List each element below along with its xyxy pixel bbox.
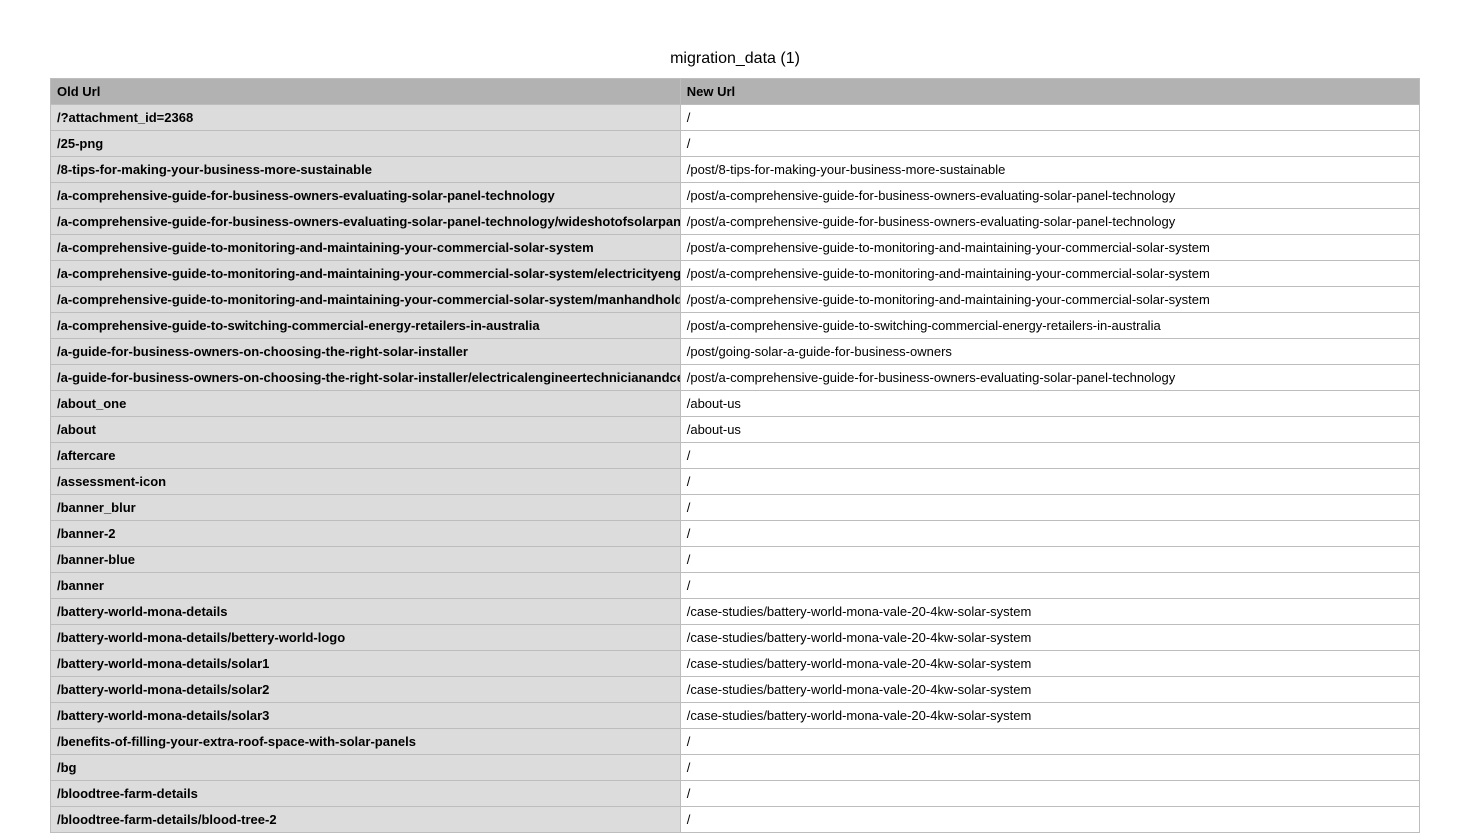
cell-new-url: / bbox=[680, 443, 1419, 469]
cell-new-url: /post/going-solar-a-guide-for-business-o… bbox=[680, 339, 1419, 365]
cell-old-url: /a-comprehensive-guide-for-business-owne… bbox=[51, 209, 681, 235]
table-row: /battery-world-mona-details/bettery-worl… bbox=[51, 625, 1420, 651]
table-row: /battery-world-mona-details/solar1/case-… bbox=[51, 651, 1420, 677]
header-old-url: Old Url bbox=[51, 79, 681, 105]
table-row: /a-comprehensive-guide-to-monitoring-and… bbox=[51, 287, 1420, 313]
table-row: /banner-2/ bbox=[51, 521, 1420, 547]
cell-old-url: /banner-blue bbox=[51, 547, 681, 573]
table-row: /battery-world-mona-details/case-studies… bbox=[51, 599, 1420, 625]
cell-new-url: /about-us bbox=[680, 391, 1419, 417]
cell-new-url: /post/a-comprehensive-guide-to-monitorin… bbox=[680, 287, 1419, 313]
cell-old-url: /about bbox=[51, 417, 681, 443]
cell-old-url: /battery-world-mona-details/solar2 bbox=[51, 677, 681, 703]
table-row: /banner_blur/ bbox=[51, 495, 1420, 521]
cell-new-url: / bbox=[680, 521, 1419, 547]
cell-old-url: /banner-2 bbox=[51, 521, 681, 547]
cell-old-url: /banner_blur bbox=[51, 495, 681, 521]
cell-old-url: /25-png bbox=[51, 131, 681, 157]
cell-new-url: /post/a-comprehensive-guide-to-monitorin… bbox=[680, 235, 1419, 261]
table-row: /a-guide-for-business-owners-on-choosing… bbox=[51, 365, 1420, 391]
cell-new-url: / bbox=[680, 807, 1419, 833]
cell-old-url: /bg bbox=[51, 755, 681, 781]
cell-new-url: / bbox=[680, 781, 1419, 807]
table-row: /banner/ bbox=[51, 573, 1420, 599]
cell-new-url: /post/a-comprehensive-guide-for-business… bbox=[680, 183, 1419, 209]
cell-old-url: /battery-world-mona-details/bettery-worl… bbox=[51, 625, 681, 651]
cell-old-url: /a-comprehensive-guide-to-monitoring-and… bbox=[51, 235, 681, 261]
table-row: /bloodtree-farm-details/ bbox=[51, 781, 1420, 807]
table-row: /about_one/about-us bbox=[51, 391, 1420, 417]
table-row: /25-png/ bbox=[51, 131, 1420, 157]
cell-old-url: /benefits-of-filling-your-extra-roof-spa… bbox=[51, 729, 681, 755]
cell-new-url: / bbox=[680, 131, 1419, 157]
table-row: /?attachment_id=2368/ bbox=[51, 105, 1420, 131]
cell-old-url: /a-comprehensive-guide-to-monitoring-and… bbox=[51, 261, 681, 287]
cell-new-url: /case-studies/battery-world-mona-vale-20… bbox=[680, 651, 1419, 677]
cell-new-url: /post/a-comprehensive-guide-for-business… bbox=[680, 365, 1419, 391]
header-new-url: New Url bbox=[680, 79, 1419, 105]
cell-new-url: / bbox=[680, 729, 1419, 755]
cell-new-url: /post/8-tips-for-making-your-business-mo… bbox=[680, 157, 1419, 183]
cell-new-url: /case-studies/battery-world-mona-vale-20… bbox=[680, 599, 1419, 625]
cell-new-url: /post/a-comprehensive-guide-to-monitorin… bbox=[680, 261, 1419, 287]
table-row: /bloodtree-farm-details/blood-tree-2/ bbox=[51, 807, 1420, 833]
cell-old-url: /a-guide-for-business-owners-on-choosing… bbox=[51, 339, 681, 365]
table-row: /battery-world-mona-details/solar3/case-… bbox=[51, 703, 1420, 729]
cell-new-url: /about-us bbox=[680, 417, 1419, 443]
sheet-container: migration_data (1) Old Url New Url /?att… bbox=[0, 0, 1470, 833]
cell-old-url: /8-tips-for-making-your-business-more-su… bbox=[51, 157, 681, 183]
cell-old-url: /a-comprehensive-guide-to-monitoring-and… bbox=[51, 287, 681, 313]
table-row: /battery-world-mona-details/solar2/case-… bbox=[51, 677, 1420, 703]
cell-old-url: /a-comprehensive-guide-for-business-owne… bbox=[51, 183, 681, 209]
cell-old-url: /aftercare bbox=[51, 443, 681, 469]
migration-table: Old Url New Url /?attachment_id=2368//25… bbox=[50, 78, 1420, 833]
cell-old-url: /battery-world-mona-details/solar1 bbox=[51, 651, 681, 677]
cell-new-url: /case-studies/battery-world-mona-vale-20… bbox=[680, 703, 1419, 729]
table-row: /benefits-of-filling-your-extra-roof-spa… bbox=[51, 729, 1420, 755]
cell-new-url: / bbox=[680, 495, 1419, 521]
table-body: /?attachment_id=2368//25-png//8-tips-for… bbox=[51, 105, 1420, 833]
table-row: /bg/ bbox=[51, 755, 1420, 781]
table-row: /about/about-us bbox=[51, 417, 1420, 443]
table-row: /a-comprehensive-guide-for-business-owne… bbox=[51, 209, 1420, 235]
table-header-row: Old Url New Url bbox=[51, 79, 1420, 105]
cell-old-url: /bloodtree-farm-details/blood-tree-2 bbox=[51, 807, 681, 833]
cell-old-url: /?attachment_id=2368 bbox=[51, 105, 681, 131]
cell-new-url: / bbox=[680, 547, 1419, 573]
table-row: /8-tips-for-making-your-business-more-su… bbox=[51, 157, 1420, 183]
table-row: /aftercare/ bbox=[51, 443, 1420, 469]
table-row: /a-comprehensive-guide-to-monitoring-and… bbox=[51, 261, 1420, 287]
cell-new-url: / bbox=[680, 755, 1419, 781]
cell-old-url: /about_one bbox=[51, 391, 681, 417]
cell-new-url: /case-studies/battery-world-mona-vale-20… bbox=[680, 625, 1419, 651]
cell-new-url: / bbox=[680, 573, 1419, 599]
cell-old-url: /bloodtree-farm-details bbox=[51, 781, 681, 807]
cell-new-url: / bbox=[680, 105, 1419, 131]
cell-old-url: /a-guide-for-business-owners-on-choosing… bbox=[51, 365, 681, 391]
cell-new-url: / bbox=[680, 469, 1419, 495]
cell-old-url: /banner bbox=[51, 573, 681, 599]
table-row: /assessment-icon/ bbox=[51, 469, 1420, 495]
table-row: /a-comprehensive-guide-for-business-owne… bbox=[51, 183, 1420, 209]
table-row: /a-guide-for-business-owners-on-choosing… bbox=[51, 339, 1420, 365]
table-row: /banner-blue/ bbox=[51, 547, 1420, 573]
cell-new-url: /post/a-comprehensive-guide-to-switching… bbox=[680, 313, 1419, 339]
document-title: migration_data (1) bbox=[50, 50, 1420, 68]
table-row: /a-comprehensive-guide-to-monitoring-and… bbox=[51, 235, 1420, 261]
table-row: /a-comprehensive-guide-to-switching-comm… bbox=[51, 313, 1420, 339]
cell-new-url: /post/a-comprehensive-guide-for-business… bbox=[680, 209, 1419, 235]
cell-old-url: /assessment-icon bbox=[51, 469, 681, 495]
cell-new-url: /case-studies/battery-world-mona-vale-20… bbox=[680, 677, 1419, 703]
cell-old-url: /battery-world-mona-details bbox=[51, 599, 681, 625]
cell-old-url: /battery-world-mona-details/solar3 bbox=[51, 703, 681, 729]
cell-old-url: /a-comprehensive-guide-to-switching-comm… bbox=[51, 313, 681, 339]
